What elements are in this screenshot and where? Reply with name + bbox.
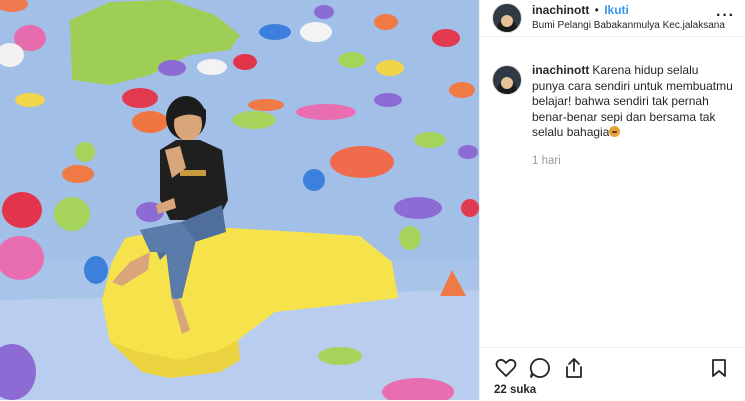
- post-photo[interactable]: [0, 0, 479, 400]
- action-bar: 22 suka: [480, 347, 745, 401]
- comment-icon[interactable]: [528, 356, 552, 380]
- avatar-face: [501, 15, 513, 27]
- grimacing-face-emoji: [609, 126, 621, 137]
- post-sidebar: inachinott • Ikuti Bumi Pelangi Babakanm…: [479, 0, 745, 400]
- avatar[interactable]: [492, 3, 522, 33]
- username-link[interactable]: inachinott: [532, 3, 589, 17]
- photo-illustration: [0, 0, 479, 400]
- header-text: inachinott • Ikuti Bumi Pelangi Babakanm…: [532, 3, 725, 33]
- post-time[interactable]: 1 hari: [532, 154, 733, 170]
- avatar-face: [501, 77, 513, 89]
- post-header: inachinott • Ikuti Bumi Pelangi Babakanm…: [480, 0, 745, 37]
- heart-icon[interactable]: [494, 356, 518, 380]
- follow-button[interactable]: Ikuti: [604, 3, 629, 17]
- instagram-post: inachinott • Ikuti Bumi Pelangi Babakanm…: [0, 0, 745, 400]
- caption-username-link[interactable]: inachinott: [532, 63, 589, 77]
- caption-comment: inachinott Karena hidup selalu punya cara…: [480, 37, 745, 169]
- share-icon[interactable]: [562, 356, 586, 380]
- action-row: [480, 348, 745, 380]
- likes-count[interactable]: 22 suka: [480, 380, 745, 396]
- separator-dot: •: [594, 3, 599, 17]
- location-link[interactable]: Bumi Pelangi Babakanmulya Kec.jalaksana: [532, 18, 725, 33]
- bookmark-icon[interactable]: [707, 356, 731, 380]
- caption-body: inachinott Karena hidup selalu punya cara…: [532, 63, 733, 169]
- more-options-icon[interactable]: ···: [716, 8, 735, 24]
- caption-avatar[interactable]: [492, 65, 522, 95]
